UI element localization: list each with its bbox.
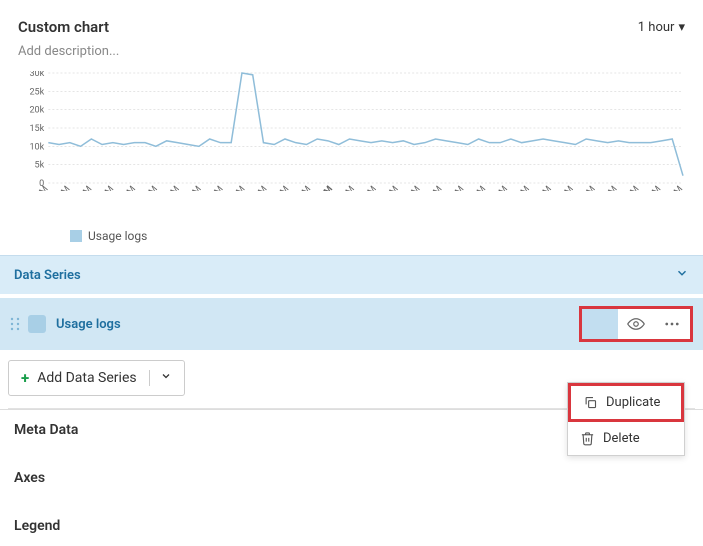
more-icon — [663, 315, 681, 333]
description-input[interactable]: Add description... — [18, 44, 685, 59]
menu-duplicate-label: Duplicate — [606, 395, 660, 410]
visibility-toggle[interactable] — [618, 309, 654, 339]
add-button-dropdown[interactable] — [149, 370, 172, 386]
chart: 05k10k15k20k25k30k 6:34 AM6:36 AM6:38 AM… — [18, 71, 685, 251]
svg-text:6:34 AM: 6:34 AM — [21, 184, 50, 191]
chevron-down-icon — [160, 370, 172, 382]
menu-delete-label: Delete — [603, 431, 640, 446]
series-row[interactable]: Usage logs — [0, 298, 703, 350]
highlight-annotation — [579, 306, 693, 342]
svg-text:30k: 30k — [29, 71, 44, 79]
legend-swatch — [70, 230, 82, 242]
svg-text:25k: 25k — [29, 87, 44, 97]
svg-text:20k: 20k — [29, 106, 44, 116]
drag-handle-icon[interactable] — [10, 317, 20, 331]
series-action-spacer — [582, 309, 618, 339]
section-axes[interactable]: Axes — [0, 458, 703, 498]
context-menu: Duplicate Delete — [567, 382, 685, 456]
add-data-series-button[interactable]: + Add Data Series — [8, 360, 185, 396]
menu-duplicate[interactable]: Duplicate — [571, 386, 681, 419]
svg-text:10k: 10k — [29, 142, 44, 152]
more-actions-button[interactable] — [654, 309, 690, 339]
svg-text:15k: 15k — [29, 124, 44, 134]
chart-svg: 05k10k15k20k25k30k 6:34 AM6:36 AM6:38 AM… — [18, 71, 685, 191]
eye-icon — [627, 315, 645, 333]
menu-delete[interactable]: Delete — [568, 422, 684, 455]
series-color-swatch[interactable] — [28, 315, 46, 333]
section-legend[interactable]: Legend — [0, 506, 703, 546]
section-label: Data Series — [14, 268, 81, 283]
chart-title[interactable]: Custom chart — [18, 18, 109, 36]
chart-legend: Usage logs — [70, 229, 685, 243]
caret-down-icon: ▾ — [678, 20, 685, 35]
add-button-label: Add Data Series — [37, 370, 136, 386]
section-data-series[interactable]: Data Series — [0, 255, 703, 294]
plus-icon: + — [21, 369, 29, 387]
duplicate-icon — [583, 395, 598, 410]
series-name[interactable]: Usage logs — [56, 317, 579, 332]
svg-text:5k: 5k — [35, 161, 45, 171]
chevron-down-icon — [675, 266, 689, 284]
legend-label: Usage logs — [88, 229, 147, 243]
delete-icon — [580, 431, 595, 446]
time-range-selector[interactable]: 1 hour ▾ — [638, 20, 685, 35]
time-range-label: 1 hour — [638, 20, 675, 35]
svg-text:7AM: 7AM — [315, 184, 335, 191]
